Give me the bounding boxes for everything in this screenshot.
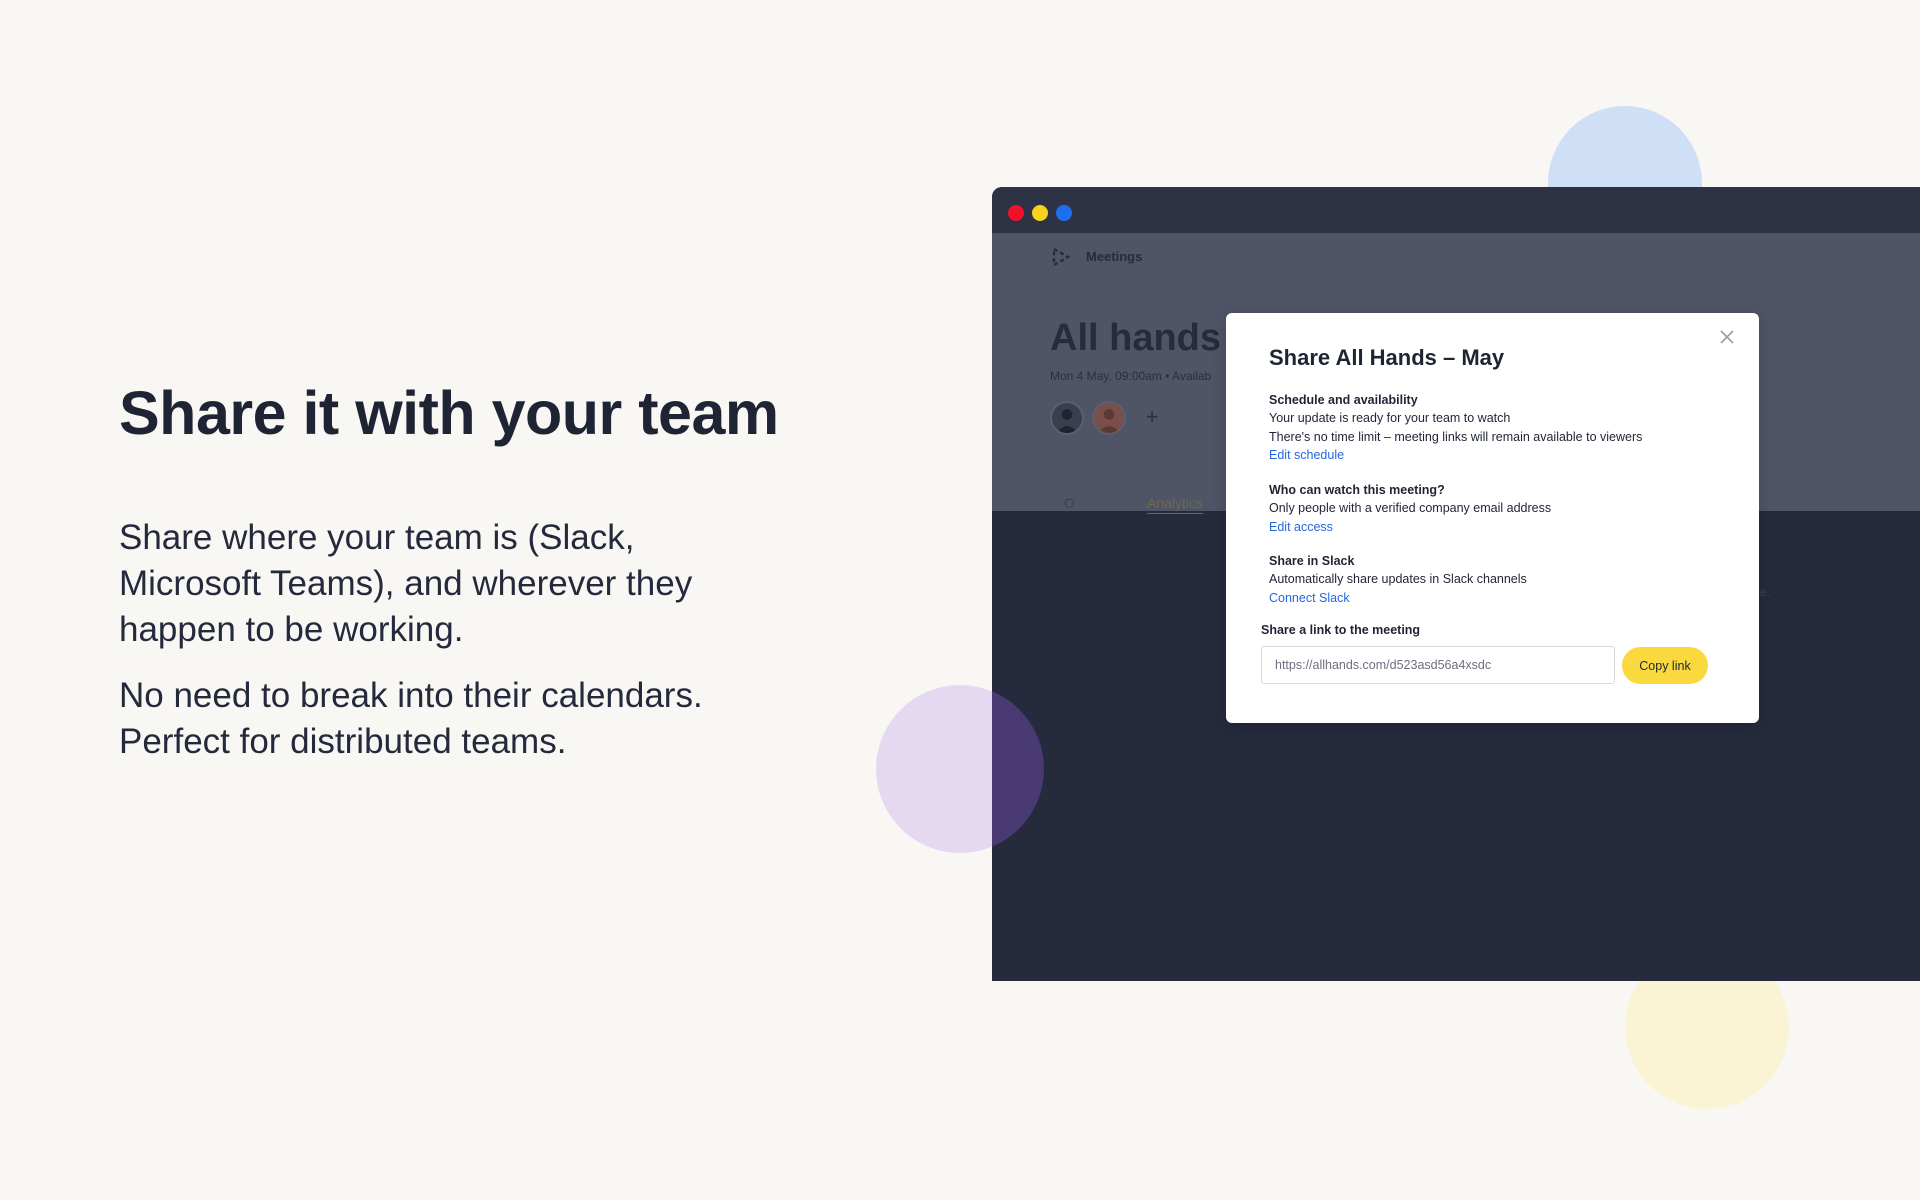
app-logo-icon[interactable]	[1050, 245, 1072, 269]
window-close-dot[interactable]	[1008, 205, 1024, 221]
page: Share it with your team Share where your…	[0, 0, 1920, 1200]
share-link-label: Share a link to the meeting	[1261, 623, 1421, 637]
slack-heading: Share in Slack	[1269, 554, 1355, 568]
schedule-line-2: There's no time limit – meeting links wi…	[1269, 429, 1643, 444]
hero-paragraph-1: Share where your team is (Slack, Microso…	[119, 518, 693, 649]
share-link-input[interactable]	[1261, 646, 1615, 684]
schedule-line-1: Your update is ready for your team to wa…	[1269, 411, 1511, 425]
copy-link-button[interactable]: Copy link	[1622, 647, 1708, 684]
schedule-section: Schedule and availability Your update is…	[1269, 391, 1729, 465]
access-line-1: Only people with a verified company emai…	[1269, 501, 1552, 515]
close-icon[interactable]	[1717, 327, 1737, 347]
window-minimize-dot[interactable]	[1032, 205, 1048, 221]
edit-schedule-link[interactable]: Edit schedule	[1269, 446, 1344, 465]
tab-other[interactable]: O	[1064, 495, 1075, 511]
avatar[interactable]	[1050, 401, 1084, 435]
avatar[interactable]	[1092, 401, 1126, 435]
edit-access-link[interactable]: Edit access	[1269, 518, 1333, 537]
meeting-title: All hands r	[1050, 317, 1247, 359]
hero-paragraph-2: No need to break into their calendars. P…	[119, 676, 703, 761]
schedule-heading: Schedule and availability	[1269, 393, 1418, 407]
tab-analytics[interactable]: Analytics	[1147, 495, 1204, 514]
connect-slack-link[interactable]: Connect Slack	[1269, 589, 1350, 608]
window-titlebar	[992, 187, 1920, 233]
modal-title: Share All Hands – May	[1269, 345, 1505, 370]
nav-meetings-label[interactable]: Meetings	[1086, 249, 1142, 264]
window-maximize-dot[interactable]	[1056, 205, 1072, 221]
slack-section: Share in Slack Automatically share updat…	[1269, 552, 1729, 608]
hero-headline: Share it with your team	[119, 379, 779, 447]
access-heading: Who can watch this meeting?	[1269, 483, 1445, 497]
plus-icon[interactable]: +	[1140, 405, 1164, 429]
access-section: Who can watch this meeting? Only people …	[1269, 481, 1729, 537]
share-modal: Share All Hands – May Schedule and avail…	[1226, 313, 1759, 723]
slack-line-1: Automatically share updates in Slack cha…	[1269, 572, 1527, 586]
meeting-meta: Mon 4 May, 09:00am • Availab	[1050, 369, 1212, 383]
